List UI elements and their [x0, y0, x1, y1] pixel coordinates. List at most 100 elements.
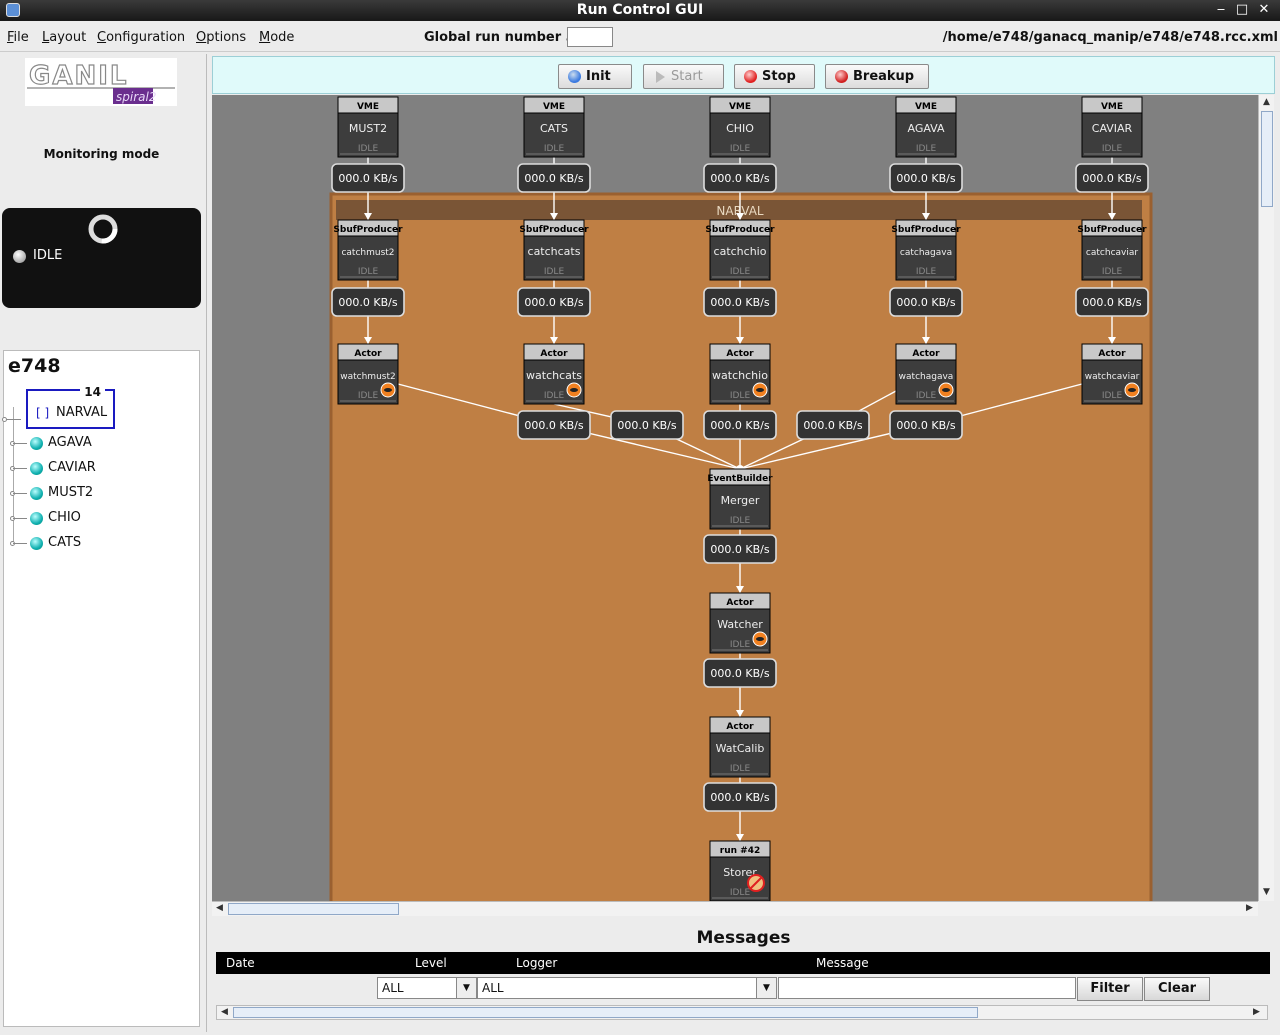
scroll-down-icon[interactable]: ▼: [1263, 887, 1270, 897]
scroll-right-icon[interactable]: ▶: [1246, 903, 1253, 913]
state-label: IDLE: [33, 248, 63, 263]
title-bar: Run Control GUI ‒ □ ✕: [0, 0, 1280, 21]
busy-spinner-icon: [88, 214, 118, 244]
node-name: watchagava: [899, 372, 954, 382]
rate-label: 000.0 KB/s: [524, 172, 583, 185]
eye-pupil-icon: [384, 388, 392, 392]
eye-pupil-icon: [1128, 388, 1136, 392]
msg-hscroll-thumb[interactable]: [233, 1007, 978, 1018]
vscroll-thumb[interactable]: [1261, 111, 1273, 207]
scroll-left-icon[interactable]: ◀: [216, 903, 223, 913]
node-type: VME: [729, 102, 751, 112]
node-state: IDLE: [730, 640, 751, 650]
node-type: VME: [357, 102, 379, 112]
rate-label: 000.0 KB/s: [617, 419, 676, 432]
left-panel: GANIL spiral2 Monitoring mode IDLE e748 …: [0, 54, 207, 1032]
menu-options[interactable]: Options: [196, 30, 246, 45]
close-button[interactable]: ✕: [1255, 2, 1273, 18]
messages-horizontal-scrollbar[interactable]: ◀ ▶: [216, 1005, 1268, 1020]
chevron-down-icon[interactable]: ▼: [756, 978, 776, 998]
node-name: Merger: [721, 494, 760, 507]
node-state: IDLE: [1102, 391, 1123, 401]
col-message[interactable]: Message: [816, 956, 869, 970]
tree-node-label: MUST2: [48, 485, 94, 500]
col-date[interactable]: Date: [226, 956, 255, 970]
messages-table-header: Date Level Logger Message: [216, 952, 1270, 974]
chevron-down-icon[interactable]: ▼: [456, 978, 476, 998]
menu-bar: File Layout Configuration Options Mode G…: [0, 24, 1280, 52]
scroll-right-icon[interactable]: ▶: [1253, 1007, 1260, 1017]
rate-label: 000.0 KB/s: [710, 791, 769, 804]
level-filter-select[interactable]: ALL ▼: [377, 977, 477, 999]
tree-root-e748[interactable]: e748: [8, 355, 61, 377]
start-button[interactable]: Start: [643, 64, 724, 89]
node-type: SbufProducer: [519, 225, 589, 235]
global-run-number-label: Global run number 55: [424, 30, 584, 45]
node-type: Actor: [726, 598, 754, 608]
rate-label: 000.0 KB/s: [803, 419, 862, 432]
node-type: EventBuilder: [707, 474, 773, 484]
logger-filter-select[interactable]: ALL ▼: [477, 977, 777, 999]
node-type: Actor: [726, 349, 754, 359]
tree-node-label: CATS: [48, 535, 82, 550]
scroll-left-icon[interactable]: ◀: [221, 1007, 228, 1017]
filter-button[interactable]: Filter: [1077, 977, 1143, 1001]
narval-bracket: [ ]: [36, 406, 50, 420]
eye-pupil-icon: [756, 388, 764, 392]
col-level[interactable]: Level: [415, 956, 447, 970]
graph-vertical-scrollbar[interactable]: ▲ ▼: [1258, 95, 1274, 901]
node-state: IDLE: [730, 516, 751, 526]
run-state-panel: IDLE: [2, 208, 201, 308]
init-button[interactable]: Init: [558, 64, 632, 89]
node-type: VME: [1101, 102, 1123, 112]
node-state: IDLE: [1102, 267, 1123, 277]
status-ball-icon: [30, 437, 43, 450]
rate-label: 000.0 KB/s: [338, 172, 397, 185]
node-name: Watcher: [717, 618, 763, 631]
node-state: IDLE: [544, 267, 565, 277]
tree-node-narval[interactable]: 14 [ ] NARVAL: [26, 385, 115, 429]
rate-label: 000.0 KB/s: [710, 296, 769, 309]
status-ball-icon: [30, 537, 43, 550]
play-icon: [656, 71, 665, 83]
node-state: IDLE: [358, 267, 379, 277]
eye-pupil-icon: [570, 388, 578, 392]
maximize-button[interactable]: □: [1233, 2, 1251, 18]
node-state: IDLE: [730, 888, 751, 898]
menu-layout[interactable]: Layout: [42, 30, 86, 45]
svg-text:GANIL: GANIL: [29, 61, 128, 91]
clear-button[interactable]: Clear: [1144, 977, 1210, 1001]
node-type: run #42: [720, 846, 760, 856]
stop-button[interactable]: Stop: [734, 64, 815, 89]
status-ball-icon: [30, 462, 43, 475]
menu-mode[interactable]: Mode: [259, 30, 294, 45]
node-name: catchcaviar: [1086, 248, 1138, 258]
graph-horizontal-scrollbar[interactable]: ◀ ▶: [212, 901, 1258, 916]
node-name: watchchio: [712, 369, 768, 382]
stop-icon: [744, 70, 757, 83]
tree-node-label: CHIO: [48, 510, 81, 525]
graph-canvas[interactable]: NARVALVMEMUST2IDLE000.0 KB/sVMECATSIDLE0…: [212, 95, 1258, 901]
breakup-button[interactable]: Breakup: [825, 64, 929, 89]
menu-configuration[interactable]: Configuration: [97, 30, 185, 45]
scroll-up-icon[interactable]: ▲: [1263, 97, 1270, 107]
node-name: catchchio: [714, 245, 767, 258]
tree-node-label: AGAVA: [48, 435, 92, 450]
rate-label: 000.0 KB/s: [896, 172, 955, 185]
node-state: IDLE: [730, 764, 751, 774]
eye-pupil-icon: [942, 388, 950, 392]
hscroll-thumb[interactable]: [228, 903, 399, 915]
col-logger[interactable]: Logger: [516, 956, 557, 970]
dataflow-graph: NARVAL VME MUST2 IDLE 000.0 KB/s VME CATS IDLE 0…: [212, 95, 1258, 901]
minimize-button[interactable]: ‒: [1212, 2, 1230, 18]
message-filter-input[interactable]: [778, 977, 1076, 999]
ganil-logo: GANIL spiral2: [25, 58, 177, 106]
node-state: IDLE: [544, 391, 565, 401]
node-name: CAVIAR: [1092, 122, 1133, 135]
run-number-input[interactable]: [567, 27, 613, 47]
menu-file[interactable]: File: [7, 30, 29, 45]
eye-pupil-icon: [756, 637, 764, 641]
rate-label: 000.0 KB/s: [1082, 296, 1141, 309]
node-type: Actor: [1098, 349, 1126, 359]
run-toolbar: Init Start Stop Breakup: [212, 56, 1275, 94]
